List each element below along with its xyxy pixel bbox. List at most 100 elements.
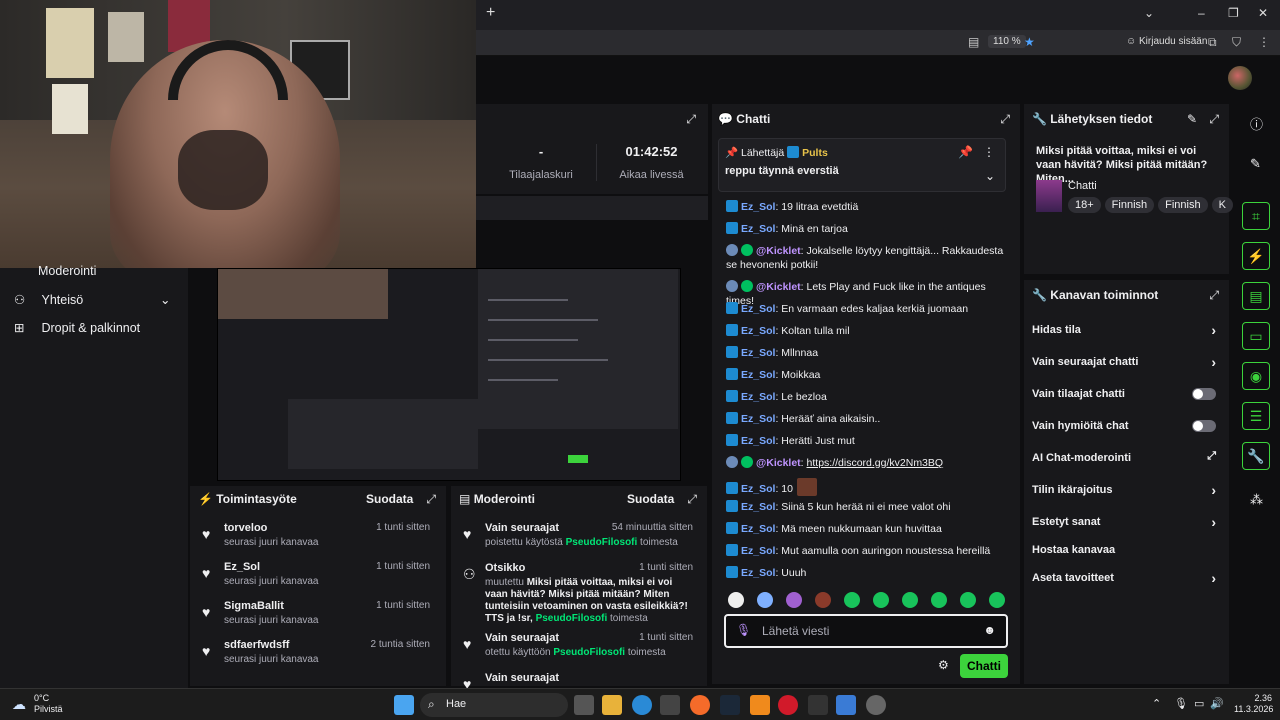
- channel-action-item[interactable]: Aseta tavoitteet ›: [1032, 570, 1222, 586]
- emote-button[interactable]: [960, 592, 976, 608]
- toggle-switch[interactable]: [1192, 420, 1216, 432]
- stream-tag[interactable]: Finnish: [1104, 197, 1155, 213]
- extensions-rail-icon[interactable]: ⁂: [1250, 492, 1263, 508]
- mod-actor[interactable]: PseudoFilosofi: [566, 537, 638, 548]
- clip-icon[interactable]: ⌗: [1242, 202, 1270, 230]
- windows-start-icon[interactable]: [394, 695, 414, 715]
- mod-popout-icon[interactable]: ⤢: [687, 492, 697, 507]
- mod-actor[interactable]: PseudoFilosofi: [536, 613, 608, 624]
- favorite-star-icon[interactable]: ★: [1024, 35, 1035, 49]
- shield-icon[interactable]: ⛉: [1232, 35, 1241, 50]
- close-window-icon[interactable]: ✕: [1258, 6, 1268, 20]
- chat-username[interactable]: @Kicklet: [756, 457, 801, 469]
- chat-username[interactable]: Ez_Sol: [741, 523, 775, 535]
- chat-username[interactable]: Ez_Sol: [741, 435, 775, 447]
- emote-button[interactable]: [873, 592, 889, 608]
- unpin-icon[interactable]: 📌: [958, 145, 973, 159]
- microphone-icon[interactable]: 🎙: [736, 623, 751, 637]
- tray-chevron-icon[interactable]: ⌃: [1152, 697, 1161, 710]
- menu-dots-icon[interactable]: ⋮: [1258, 35, 1270, 49]
- file-explorer-icon[interactable]: [602, 695, 622, 715]
- tab-list-chevron-icon[interactable]: ⌄: [1144, 6, 1154, 20]
- firefox-icon[interactable]: [690, 695, 710, 715]
- popout-icon[interactable]: ⤢: [686, 112, 696, 127]
- pinned-message[interactable]: 📌 Lähettäjä Pults reppu täynnä everstiä …: [718, 138, 1006, 192]
- user-avatar[interactable]: [1228, 66, 1252, 90]
- pencil-icon[interactable]: ✎: [1250, 156, 1261, 172]
- volume-icon[interactable]: 🔊: [1210, 697, 1224, 710]
- emote-button[interactable]: [786, 592, 802, 608]
- maximize-icon[interactable]: ❐: [1228, 6, 1239, 20]
- chat-input[interactable]: 🎙 Lähetä viesti ☻: [724, 614, 1008, 648]
- chat-username[interactable]: Ez_Sol: [741, 501, 775, 513]
- feed-filter-button[interactable]: Suodata: [366, 492, 413, 506]
- stream-tag[interactable]: 18+: [1068, 197, 1101, 213]
- login-button[interactable]: ☺ Kirjaudu sisään: [1126, 36, 1207, 47]
- extensions-icon[interactable]: ⧉: [1208, 35, 1217, 50]
- chat-username[interactable]: Ez_Sol: [741, 483, 775, 495]
- stream-tag[interactable]: K: [1211, 197, 1233, 213]
- channel-action-item[interactable]: Tilin ikärajoitus ›: [1032, 482, 1222, 498]
- emoji-picker-icon[interactable]: ☻: [983, 623, 996, 637]
- channel-action-item[interactable]: Vain tilaajat chatti: [1032, 388, 1222, 400]
- notepad-icon[interactable]: [836, 695, 856, 715]
- chat-bubble-icon[interactable]: ▭: [1242, 322, 1270, 350]
- channel-action-item[interactable]: Hostaa kanavaa: [1032, 544, 1222, 556]
- weather-widget[interactable]: 0°C Pilvistä: [34, 693, 63, 715]
- microphone-tray-icon[interactable]: 🎙: [1174, 697, 1188, 710]
- reader-view-icon[interactable]: ▤: [968, 35, 979, 49]
- chat-username[interactable]: Ez_Sol: [741, 545, 775, 557]
- chat-send-button[interactable]: Chatti: [960, 654, 1008, 678]
- chat-username[interactable]: Ez_Sol: [741, 391, 775, 403]
- chat-username[interactable]: Ez_Sol: [741, 369, 775, 381]
- emote-button[interactable]: [844, 592, 860, 608]
- channel-action-item[interactable]: Vain seuraajat chatti ›: [1032, 354, 1222, 370]
- network-icon[interactable]: ▭: [1194, 697, 1204, 710]
- emote-button[interactable]: [989, 592, 1005, 608]
- chevron-down-icon[interactable]: ⌄: [985, 169, 995, 183]
- channel-action-item[interactable]: AI Chat-moderointi ⤢: [1032, 450, 1222, 464]
- terminal-icon[interactable]: [808, 695, 828, 715]
- chat-username[interactable]: @Kicklet: [756, 281, 801, 293]
- clock[interactable]: 2.36 11.3.2026: [1234, 693, 1273, 715]
- chat-username[interactable]: Ez_Sol: [741, 347, 775, 359]
- new-tab-plus-icon[interactable]: +: [486, 4, 495, 22]
- edge-icon[interactable]: [632, 695, 652, 715]
- store-icon[interactable]: [660, 695, 680, 715]
- edit-pencil-icon[interactable]: ✎: [1187, 112, 1197, 126]
- mod-actor[interactable]: PseudoFilosofi: [553, 647, 625, 658]
- broadcast-icon[interactable]: ◉: [1242, 362, 1270, 390]
- mod-filter-button[interactable]: Suodata: [627, 492, 674, 506]
- chat-username[interactable]: Ez_Sol: [741, 413, 775, 425]
- wrench-rail-icon[interactable]: 🔧: [1242, 442, 1270, 470]
- document-icon[interactable]: ▤: [1242, 282, 1270, 310]
- info-circle-icon[interactable]: ⓘ: [1250, 114, 1263, 133]
- settings-app-icon[interactable]: [866, 695, 886, 715]
- chat-link[interactable]: https://discord.gg/kv2Nm3BQ: [807, 457, 944, 469]
- emote-button[interactable]: [902, 592, 918, 608]
- feed-popout-icon[interactable]: ⤢: [426, 492, 436, 507]
- channel-action-item[interactable]: Hidas tila ›: [1032, 322, 1222, 338]
- emote-button[interactable]: [757, 592, 773, 608]
- info-popout-icon[interactable]: ⤢: [1209, 112, 1219, 127]
- minimize-icon[interactable]: –: [1198, 6, 1205, 20]
- layers-icon[interactable]: ☰: [1242, 402, 1270, 430]
- task-view-icon[interactable]: [574, 695, 594, 715]
- chat-settings-gear-icon[interactable]: ⚙: [938, 658, 949, 672]
- opera-icon[interactable]: [778, 695, 798, 715]
- chat-username[interactable]: @Kicklet: [756, 245, 801, 257]
- taskbar-search[interactable]: ⌕ Hae: [420, 693, 568, 717]
- chat-popout-icon[interactable]: ⤢: [1000, 112, 1010, 127]
- stream-tag[interactable]: Finnish: [1158, 197, 1208, 213]
- nav-drops[interactable]: ⊞ Dropit & palkinnot: [14, 320, 140, 335]
- chat-username[interactable]: Ez_Sol: [741, 567, 775, 579]
- actions-popout-icon[interactable]: ⤢: [1209, 288, 1219, 303]
- channel-action-item[interactable]: Vain hymiöitä chat: [1032, 420, 1222, 432]
- channel-action-item[interactable]: Estetyt sanat ›: [1032, 514, 1222, 530]
- emote-button[interactable]: [728, 592, 744, 608]
- chat-username[interactable]: Ez_Sol: [741, 201, 775, 213]
- toggle-switch[interactable]: [1192, 388, 1216, 400]
- emote-button[interactable]: [931, 592, 947, 608]
- chevron-down-icon[interactable]: ⌄: [160, 292, 170, 307]
- steam-icon[interactable]: [720, 695, 740, 715]
